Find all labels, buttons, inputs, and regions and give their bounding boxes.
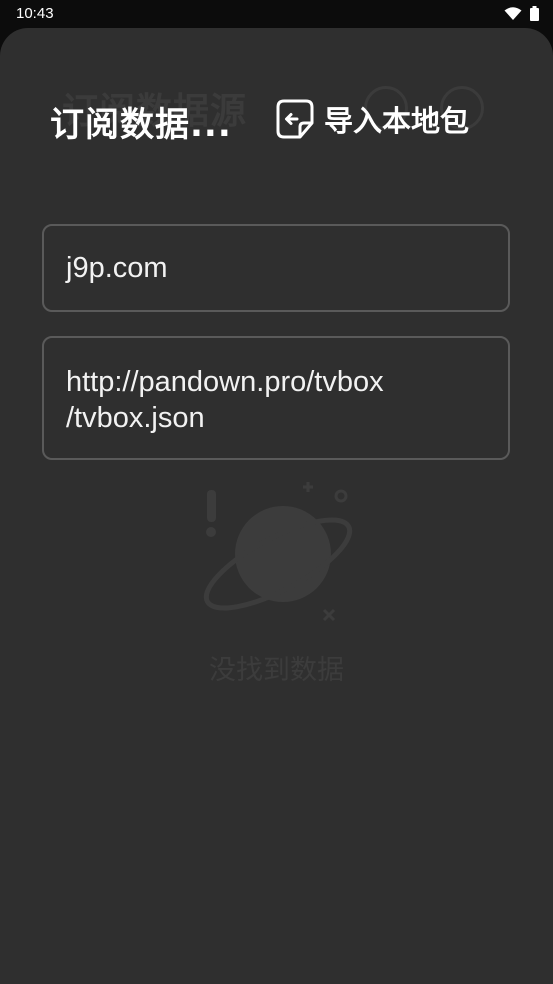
source-item[interactable]: http://pandown.pro/tvbox /tvbox.json — [42, 336, 510, 460]
import-file-icon — [276, 99, 314, 139]
source-item[interactable]: j9p.com — [42, 224, 510, 312]
import-local-package-button[interactable]: 导入本地包 — [276, 98, 469, 140]
empty-state-text: 没找到数据 — [209, 655, 344, 686]
source-url: j9p.com — [66, 251, 168, 284]
bottom-sheet: 订阅数据源 订阅数据... 导入本地包 j9p.com http://pando… — [0, 28, 553, 984]
status-bar: 10:43 — [0, 0, 553, 28]
status-time: 10:43 — [16, 5, 54, 22]
status-icons — [504, 6, 539, 21]
page-title: 订阅数据... — [50, 104, 232, 145]
import-label: 导入本地包 — [324, 104, 470, 138]
wifi-icon — [504, 6, 522, 20]
battery-icon — [530, 6, 539, 21]
source-url-continued: /tvbox.json — [66, 402, 205, 434]
header: 订阅数据... — [50, 98, 232, 145]
planet-illustration — [203, 482, 353, 622]
source-url: http://pandown.pro/tvbox — [66, 366, 384, 398]
